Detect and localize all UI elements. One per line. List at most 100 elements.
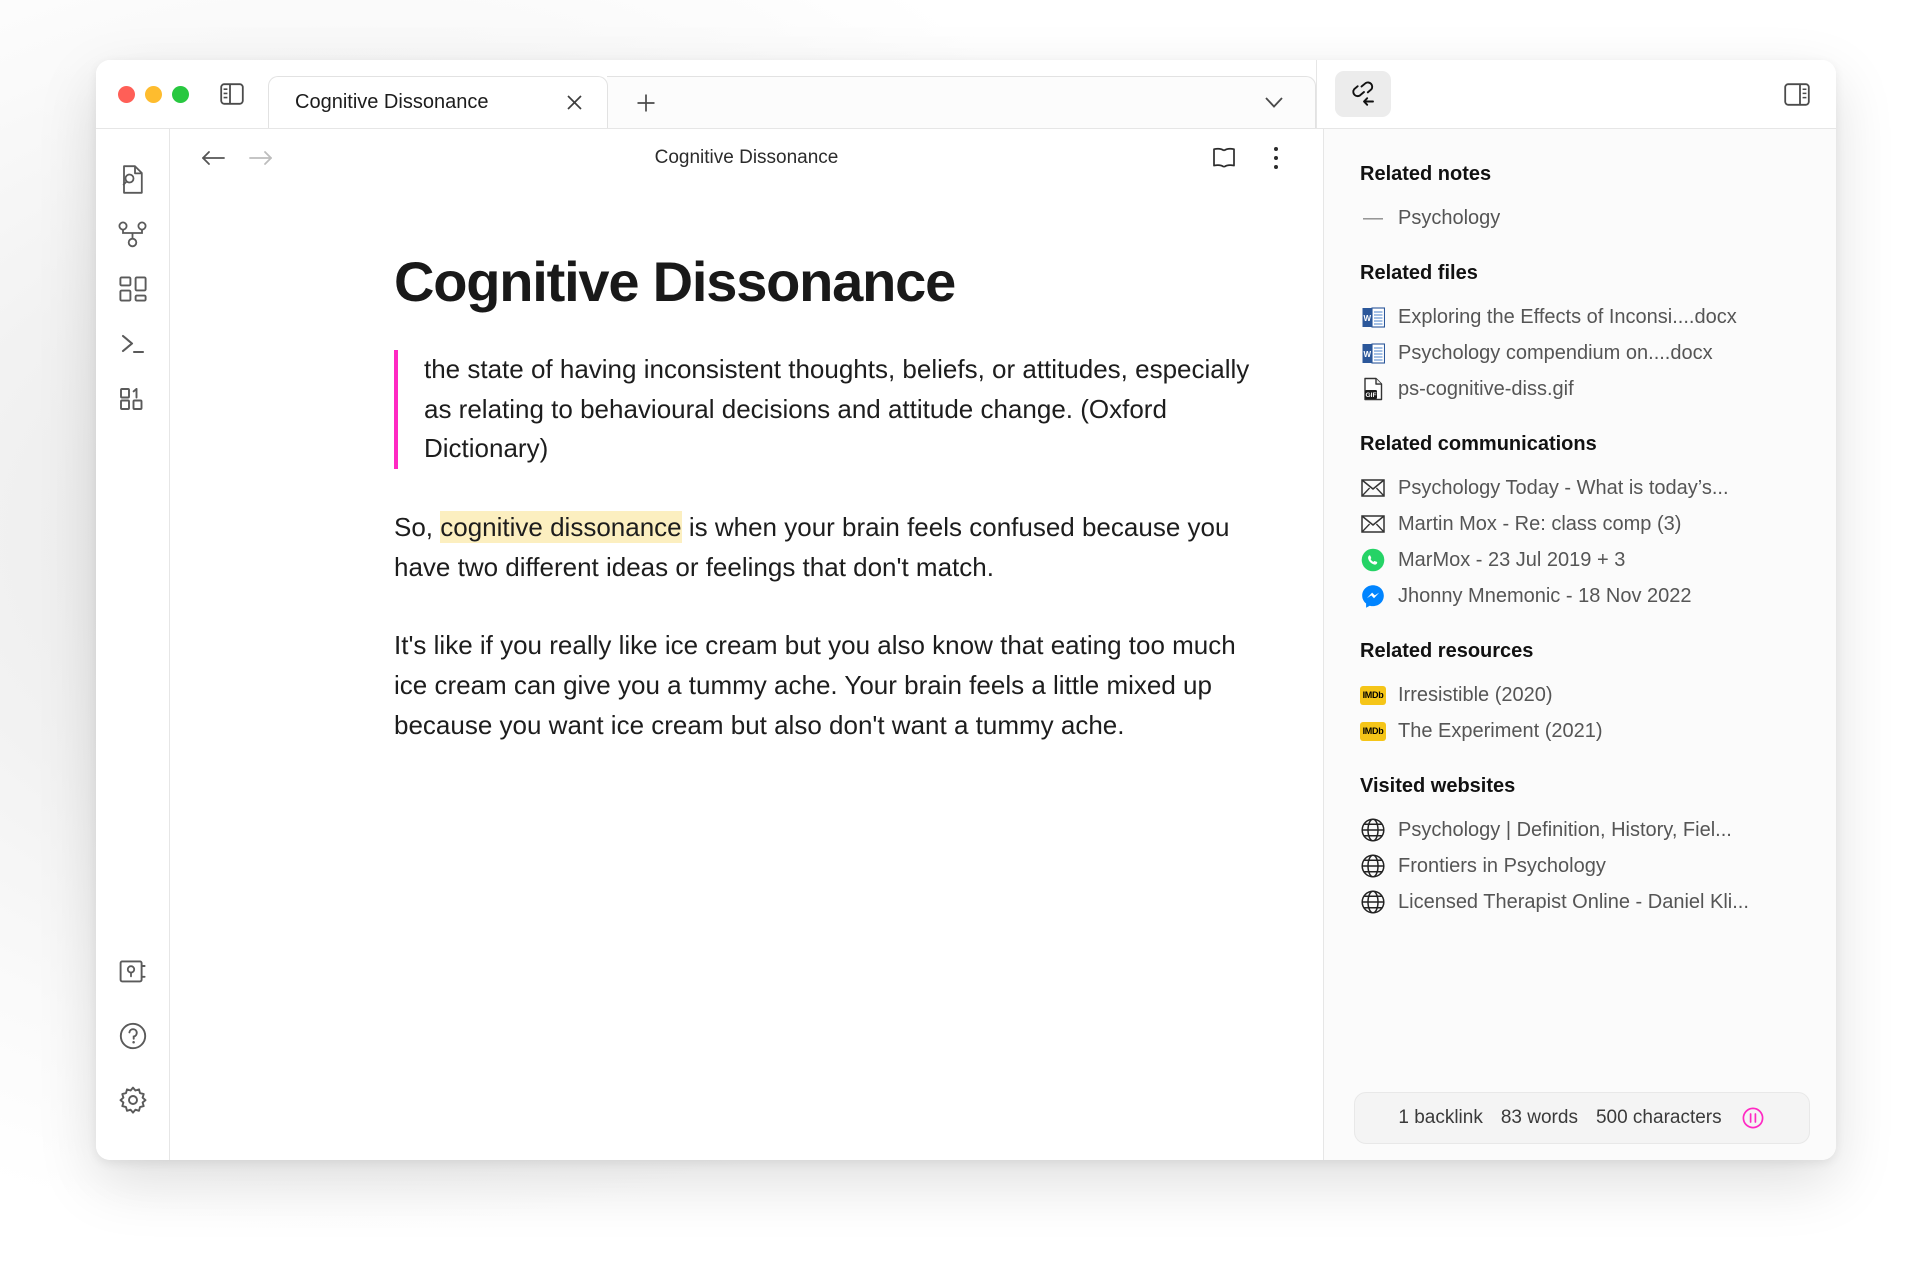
dashboard-icon[interactable] <box>107 263 159 315</box>
globe-icon <box>1360 889 1386 915</box>
blockquote-text: the state of having inconsistent thought… <box>424 354 1250 464</box>
forward-arrow-icon[interactable] <box>244 141 278 175</box>
editor-toolbar: Cognitive Dissonance <box>170 129 1323 187</box>
list-item-label: Psychology <box>1398 206 1501 229</box>
section-related-communications: Related communications Psychology Today … <box>1360 433 1800 614</box>
list-item[interactable]: Martin Mox - Re: class comp (3) <box>1360 506 1800 542</box>
highlighted-term: cognitive dissonance <box>440 510 682 543</box>
pause-icon[interactable] <box>1740 1105 1766 1131</box>
list-item-label: Martin Mox - Re: class comp (3) <box>1398 512 1682 535</box>
list-item[interactable]: IMDb Irresistible (2020) <box>1360 677 1800 713</box>
list-item[interactable]: Frontiers in Psychology <box>1360 848 1800 884</box>
section-title: Related files <box>1360 262 1478 284</box>
whatsapp-icon <box>1360 547 1386 573</box>
list-item[interactable]: IMDb The Experiment (2021) <box>1360 713 1800 749</box>
status-bar: 1 backlink 83 words 500 characters <box>1354 1092 1810 1144</box>
note-paragraph-3: It's like if you really like ice cream b… <box>394 629 1236 740</box>
close-icon[interactable] <box>561 90 587 116</box>
section-title: Related communications <box>1360 433 1597 455</box>
note-content[interactable]: Cognitive Dissonance the state of having… <box>170 187 1323 1160</box>
svg-text:W: W <box>1363 350 1371 359</box>
related-panel: Related notes — Psychology Related files… <box>1324 129 1836 1160</box>
left-sidebar-toggle-icon[interactable] <box>217 79 247 109</box>
editor-toolbar-actions <box>1207 141 1293 175</box>
file-search-icon[interactable] <box>107 153 159 205</box>
app-window: Cognitive Dissonance Cognitive Dissonanc… <box>96 60 1836 1160</box>
list-item-label: Psychology Today - What is today’s... <box>1398 476 1729 499</box>
imdb-icon: IMDb <box>1360 718 1386 744</box>
messenger-icon <box>1360 583 1386 609</box>
section-related-resources: Related resources IMDb Irresistible (202… <box>1360 640 1800 749</box>
section-related-notes: Related notes — Psychology <box>1360 163 1800 236</box>
titlebar-right <box>1316 60 1836 128</box>
backlinks-panel-button[interactable] <box>1335 71 1391 117</box>
list-item[interactable]: Psychology Today - What is today’s... <box>1360 470 1800 506</box>
list-item[interactable]: GIF ps-cognitive-diss.gif <box>1360 371 1800 407</box>
list-item[interactable]: — Psychology <box>1360 200 1800 236</box>
close-window-button[interactable] <box>118 85 135 103</box>
word-doc-icon: W <box>1360 340 1386 366</box>
dash-icon: — <box>1363 206 1383 229</box>
maximize-window-button[interactable] <box>172 85 189 103</box>
chevron-down-icon[interactable] <box>1257 86 1291 120</box>
character-count[interactable]: 500 characters <box>1596 1107 1722 1129</box>
list-item-label: Licensed Therapist Online - Daniel Kli..… <box>1398 890 1749 913</box>
globe-icon <box>1360 853 1386 879</box>
titlebar: Cognitive Dissonance <box>96 60 1836 128</box>
list-item[interactable]: W Psychology compendium on....docx <box>1360 335 1800 371</box>
imdb-icon: IMDb <box>1360 682 1386 708</box>
section-title: Related resources <box>1360 640 1534 662</box>
reading-mode-icon[interactable] <box>1207 141 1241 175</box>
list-item-label: Irresistible (2020) <box>1398 683 1553 706</box>
minimize-window-button[interactable] <box>145 85 162 103</box>
tab-label: Cognitive Dissonance <box>295 91 489 113</box>
new-tab-icon[interactable] <box>629 86 663 120</box>
editor-pane: Cognitive Dissonance Cognitive Dissonanc… <box>170 129 1324 1160</box>
document-title: Cognitive Dissonance <box>654 147 839 168</box>
note-heading: Cognitive Dissonance <box>394 250 956 313</box>
list-item[interactable]: Licensed Therapist Online - Daniel Kli..… <box>1360 884 1800 920</box>
window-controls <box>118 85 189 103</box>
rail-bottom-group <box>107 946 159 1138</box>
left-rail <box>96 129 170 1160</box>
list-item-label: The Experiment (2021) <box>1398 719 1603 742</box>
globe-icon <box>1360 817 1386 843</box>
list-item-label: ps-cognitive-diss.gif <box>1398 377 1574 400</box>
graph-icon[interactable] <box>107 208 159 260</box>
section-related-files: Related files W Exploring the Effects of… <box>1360 262 1800 407</box>
list-item[interactable]: Jhonny Mnemonic - 18 Nov 2022 <box>1360 578 1800 614</box>
word-doc-icon: W <box>1360 304 1386 330</box>
back-arrow-icon[interactable] <box>196 141 230 175</box>
section-title: Visited websites <box>1360 775 1516 797</box>
more-options-icon[interactable] <box>1259 141 1293 175</box>
nav-buttons <box>196 141 278 175</box>
tab-strip-empty-area <box>607 76 1316 128</box>
settings-icon[interactable] <box>107 1074 159 1126</box>
svg-text:W: W <box>1363 314 1371 323</box>
related-panel-scroll[interactable]: Related notes — Psychology Related files… <box>1324 129 1836 1160</box>
word-count[interactable]: 83 words <box>1501 1107 1578 1129</box>
tab-strip: Cognitive Dissonance <box>268 76 1316 128</box>
para2-prefix: So, <box>394 511 441 542</box>
list-item[interactable]: Psychology | Definition, History, Fiel..… <box>1360 812 1800 848</box>
right-sidebar-toggle-icon[interactable] <box>1780 77 1814 111</box>
list-item[interactable]: W Exploring the Effects of Inconsi....do… <box>1360 299 1800 335</box>
window-body: Cognitive Dissonance Cognitive Dissonanc… <box>96 128 1836 1160</box>
backlink-count[interactable]: 1 backlink <box>1398 1107 1483 1129</box>
list-item-label: Exploring the Effects of Inconsi....docx <box>1398 305 1737 328</box>
tab-cognitive-dissonance[interactable]: Cognitive Dissonance <box>268 76 608 128</box>
rail-top-group <box>107 153 159 428</box>
envelope-icon <box>1360 475 1386 501</box>
section-title: Related notes <box>1360 163 1492 185</box>
list-item-label: Frontiers in Psychology <box>1398 854 1606 877</box>
list-item-label: Psychology compendium on....docx <box>1398 341 1713 364</box>
svg-text:GIF: GIF <box>1365 392 1376 399</box>
vault-icon[interactable] <box>107 946 159 998</box>
binary-icon[interactable] <box>107 373 159 425</box>
list-item[interactable]: MarMox - 23 Jul 2019 + 3 <box>1360 542 1800 578</box>
terminal-icon[interactable] <box>107 318 159 370</box>
list-item-label: MarMox - 23 Jul 2019 + 3 <box>1398 548 1626 571</box>
help-icon[interactable] <box>107 1010 159 1062</box>
list-item-label: Psychology | Definition, History, Fiel..… <box>1398 818 1732 841</box>
note-paragraph-2: So, cognitive dissonance is when your br… <box>394 507 1259 587</box>
